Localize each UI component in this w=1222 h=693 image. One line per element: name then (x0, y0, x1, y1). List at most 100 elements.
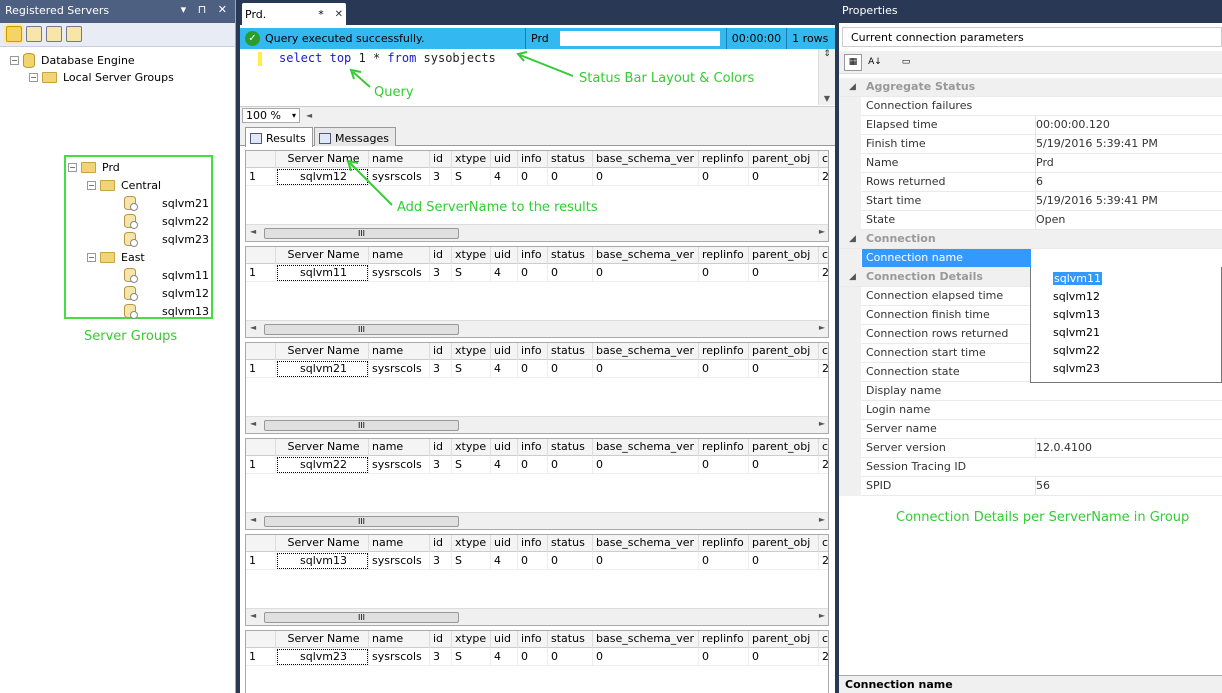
cell-replinfo[interactable]: 0 (699, 552, 749, 570)
column-header-id[interactable]: id (430, 343, 452, 360)
cell-parent-obj[interactable]: 0 (749, 456, 819, 474)
cell-status[interactable]: 0 (548, 648, 593, 666)
cell-parent-obj[interactable]: 0 (749, 648, 819, 666)
column-header-replinfo[interactable]: replinfo (699, 631, 749, 648)
column-header-info[interactable]: info (518, 439, 548, 456)
column-header-cr[interactable]: cr (819, 631, 828, 648)
table-row[interactable]: 1sqlvm21sysrscols3S40000020 (246, 360, 828, 378)
column-header-id[interactable]: id (430, 631, 452, 648)
column-header-row-number[interactable] (246, 631, 276, 648)
cell-id[interactable]: 3 (430, 264, 452, 282)
analysis-services-icon[interactable] (26, 26, 42, 42)
dropdown-option[interactable]: sqlvm23 (1053, 360, 1100, 377)
property-value[interactable]: 56 (1035, 477, 1050, 495)
column-header-replinfo[interactable]: replinfo (699, 343, 749, 360)
column-header-base-schema-ver[interactable]: base_schema_ver (593, 631, 699, 648)
cell-xtype[interactable]: S (452, 264, 491, 282)
cell-id[interactable]: 3 (430, 360, 452, 378)
scroll-left-icon[interactable]: ◄ (250, 419, 256, 428)
cell-row-number[interactable]: 1 (246, 552, 276, 570)
cell-base-schema-ver[interactable]: 0 (593, 360, 699, 378)
scroll-thumb[interactable]: III (264, 324, 459, 335)
cell-row-number[interactable]: 1 (246, 264, 276, 282)
column-header-parent-obj[interactable]: parent_obj (749, 631, 819, 648)
collapse-icon[interactable]: − (68, 163, 77, 172)
dropdown-option[interactable]: sqlvm21 (1053, 324, 1100, 341)
property-row[interactable]: Start time 5/19/2016 5:39:41 PM (839, 192, 1222, 211)
scroll-left-icon[interactable]: ◄ (250, 515, 256, 524)
column-header-server-name[interactable]: Server Name (276, 535, 369, 552)
column-header-parent-obj[interactable]: parent_obj (749, 535, 819, 552)
cell-cr[interactable]: 20 (819, 456, 828, 474)
result-grid[interactable]: Server Name name id xtype uid info status base_… (245, 534, 829, 626)
cell-status[interactable]: 0 (548, 264, 593, 282)
horizontal-scrollbar[interactable]: ◄ III ► (246, 416, 828, 433)
reporting-services-icon[interactable] (46, 26, 62, 42)
cell-xtype[interactable]: S (452, 456, 491, 474)
tree-node-server[interactable]: sqlvm21 (124, 196, 209, 211)
panel-window-buttons[interactable]: ▾ ⊓ ✕ (181, 3, 231, 16)
column-header-row-number[interactable] (246, 439, 276, 456)
collapse-icon[interactable]: − (29, 73, 38, 82)
cell-name[interactable]: sysrscols (369, 456, 430, 474)
cell-xtype[interactable]: S (452, 552, 491, 570)
cell-parent-obj[interactable]: 0 (749, 360, 819, 378)
column-header-name[interactable]: name (369, 535, 430, 552)
property-value[interactable]: 6 (1035, 173, 1043, 191)
collapse-icon[interactable]: − (87, 181, 96, 190)
database-engine-icon[interactable] (6, 26, 22, 42)
column-header-replinfo[interactable]: replinfo (699, 439, 749, 456)
dropdown-option[interactable]: sqlvm22 (1053, 342, 1100, 359)
cell-info[interactable]: 0 (518, 360, 548, 378)
column-header-uid[interactable]: uid (491, 535, 518, 552)
collapse-triangle-icon[interactable]: ◢ (849, 268, 856, 286)
column-header-name[interactable]: name (369, 343, 430, 360)
cell-uid[interactable]: 4 (491, 648, 518, 666)
cell-row-number[interactable]: 1 (246, 648, 276, 666)
cell-id[interactable]: 3 (430, 552, 452, 570)
column-header-status[interactable]: status (548, 535, 593, 552)
cell-status[interactable]: 0 (548, 360, 593, 378)
scroll-thumb[interactable]: III (264, 420, 459, 431)
cell-server-name[interactable]: sqlvm22 (276, 456, 369, 474)
column-header-parent-obj[interactable]: parent_obj (749, 439, 819, 456)
column-header-cr[interactable]: cr (819, 439, 828, 456)
column-header-status[interactable]: status (548, 631, 593, 648)
cell-status[interactable]: 0 (548, 552, 593, 570)
scroll-right-icon[interactable]: ► (819, 323, 825, 332)
table-row[interactable]: 1sqlvm23sysrscols3S40000020 (246, 648, 828, 666)
cell-uid[interactable]: 4 (491, 552, 518, 570)
column-header-uid[interactable]: uid (491, 631, 518, 648)
scroll-thumb[interactable]: III (264, 612, 459, 623)
cell-xtype[interactable]: S (452, 360, 491, 378)
result-grid[interactable]: Server Name name id xtype uid info status base_… (245, 438, 829, 530)
cell-base-schema-ver[interactable]: 0 (593, 264, 699, 282)
column-header-server-name[interactable]: Server Name (276, 343, 369, 360)
tree-node-prd[interactable]: − Prd (68, 161, 120, 174)
column-header-cr[interactable]: cr (819, 343, 828, 360)
collapse-icon[interactable]: − (10, 56, 19, 65)
column-header-server-name[interactable]: Server Name (276, 439, 369, 456)
column-header-info[interactable]: info (518, 343, 548, 360)
property-value[interactable]: 12.0.4100 (1035, 439, 1092, 457)
column-header-xtype[interactable]: xtype (452, 631, 491, 648)
cell-name[interactable]: sysrscols (369, 552, 430, 570)
column-header-parent-obj[interactable]: parent_obj (749, 343, 819, 360)
column-header-xtype[interactable]: xtype (452, 439, 491, 456)
property-row[interactable]: Login name (839, 401, 1222, 420)
column-header-id[interactable]: id (430, 535, 452, 552)
column-header-cr[interactable]: cr (819, 535, 828, 552)
column-header-replinfo[interactable]: replinfo (699, 535, 749, 552)
cell-uid[interactable]: 4 (491, 360, 518, 378)
cell-parent-obj[interactable]: 0 (749, 552, 819, 570)
result-grid[interactable]: Server Name name id xtype uid info status base_… (245, 342, 829, 434)
property-value[interactable]: Open (1035, 211, 1065, 229)
property-row[interactable]: Connection name (839, 249, 1222, 268)
cell-id[interactable]: 3 (430, 456, 452, 474)
column-header-server-name[interactable]: Server Name (276, 631, 369, 648)
categorized-icon[interactable]: ▦ (844, 54, 862, 71)
tree-node-local-server-groups[interactable]: − Local Server Groups (29, 71, 174, 84)
dropdown-option[interactable]: sqlvm11 (1053, 270, 1102, 287)
scroll-right-icon[interactable]: ► (819, 611, 825, 620)
property-row[interactable]: Elapsed time 00:00:00.120 (839, 116, 1222, 135)
